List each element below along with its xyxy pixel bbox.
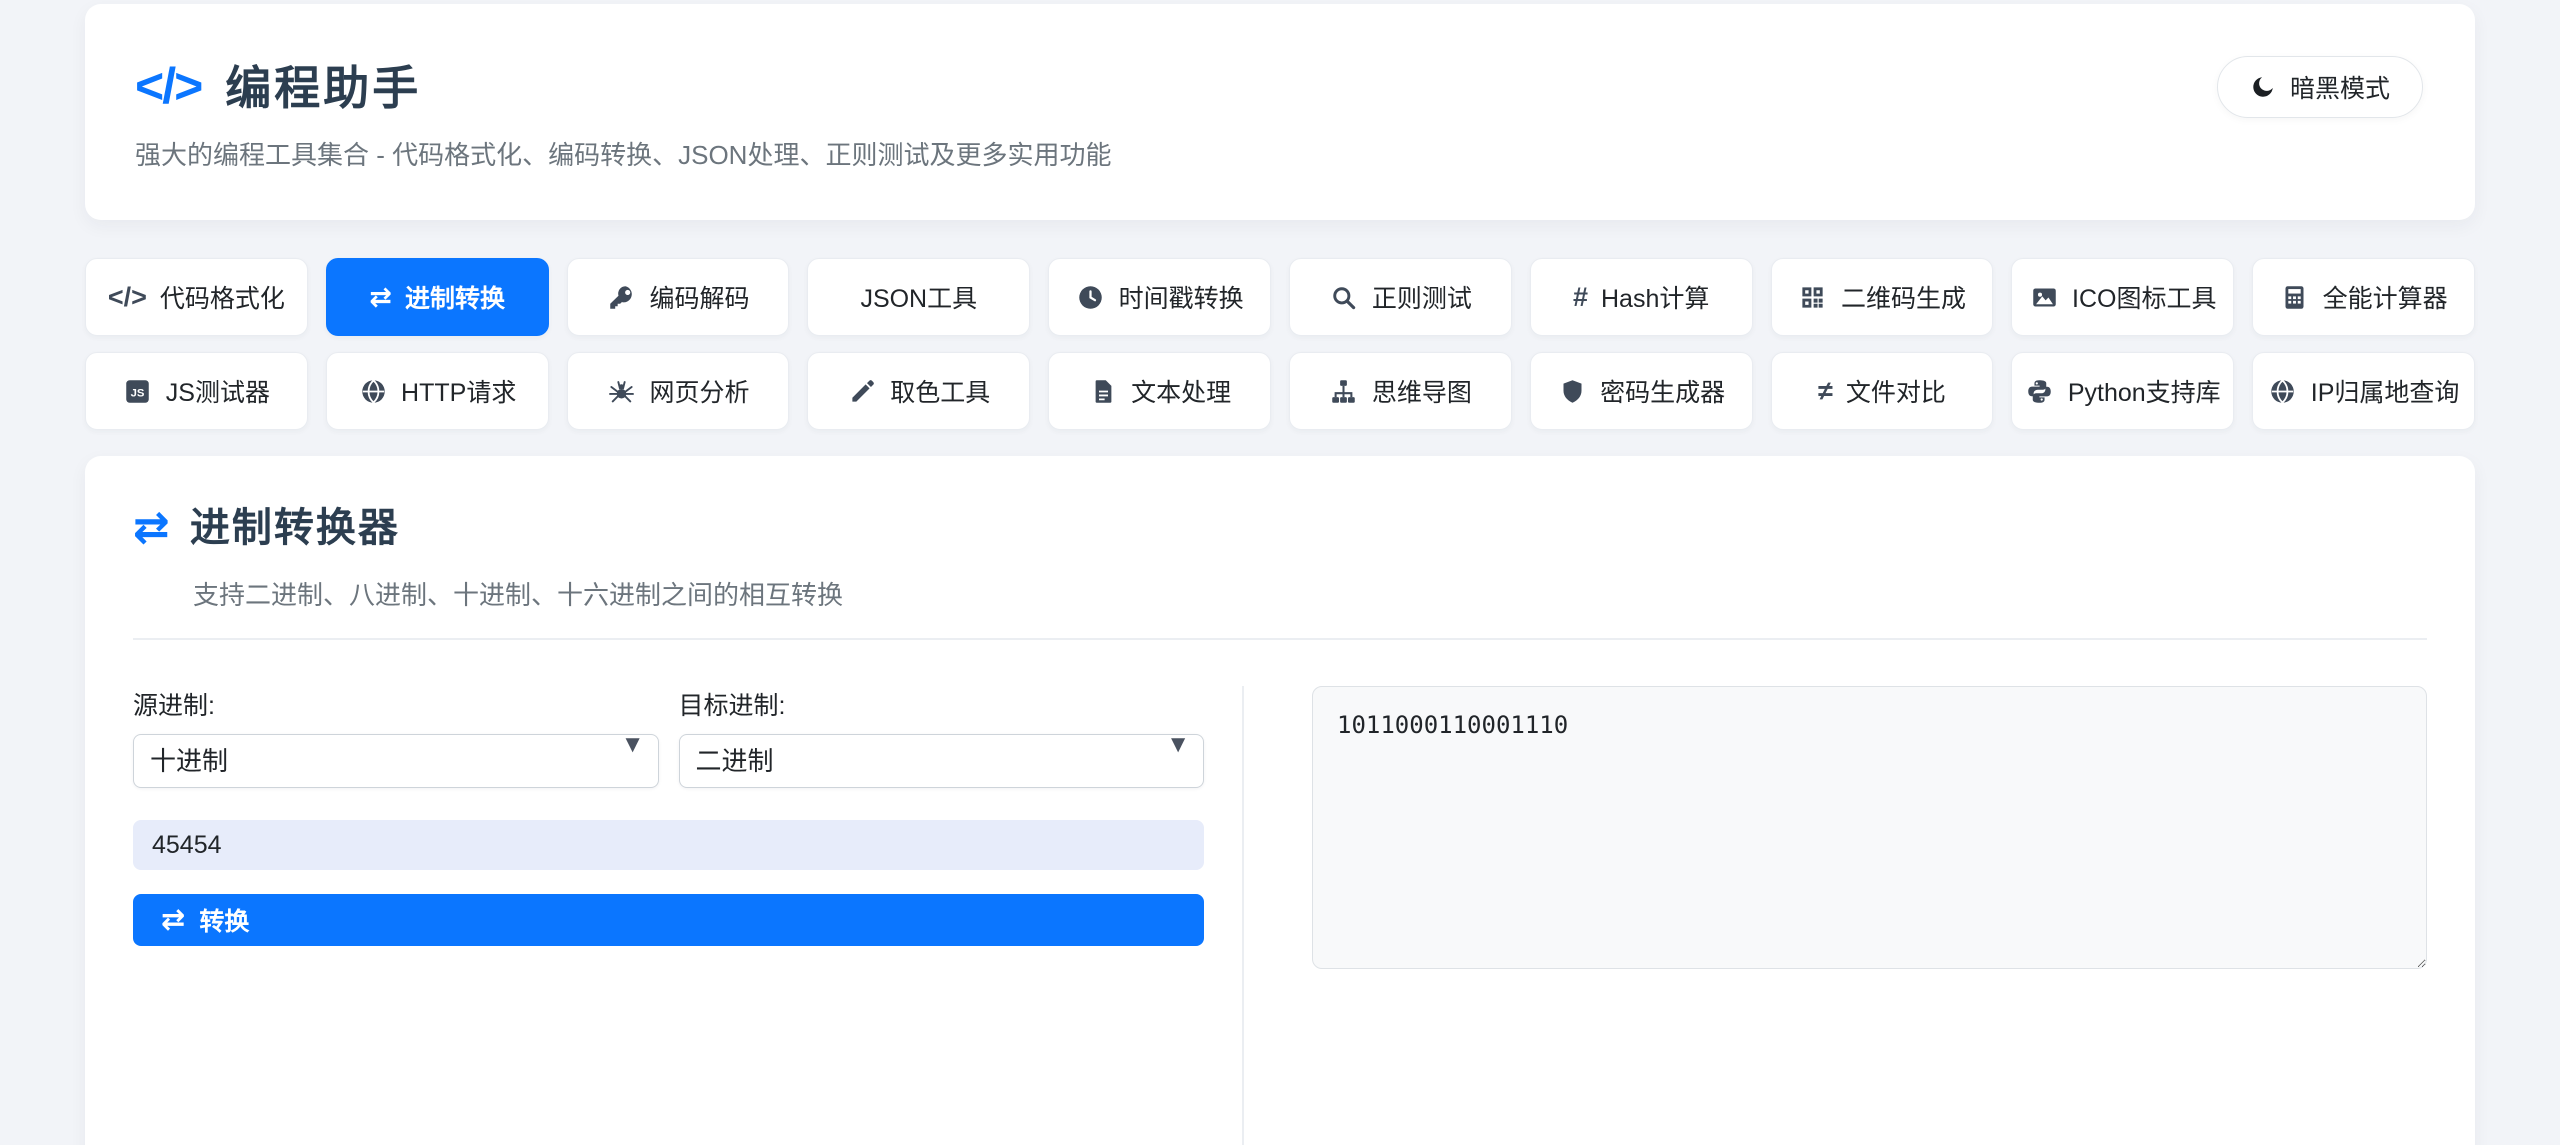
- target-base-select[interactable]: 二进制: [679, 734, 1205, 788]
- tab-base-convert[interactable]: ⇄ 进制转换: [326, 258, 549, 336]
- tool-tabs: </> 代码格式化 ⇄ 进制转换 编码解码 JSON工具 时间戳转换: [85, 258, 2475, 430]
- tab-text-processing[interactable]: 文本处理: [1048, 352, 1271, 430]
- tab-label: HTTP请求: [401, 373, 516, 409]
- converter-output-column: [1242, 686, 2427, 1145]
- tab-python-library[interactable]: Python支持库: [2011, 352, 2234, 430]
- tab-regex-test[interactable]: 正则测试: [1289, 258, 1512, 336]
- tab-label: Python支持库: [2068, 373, 2221, 409]
- moon-icon: [2250, 74, 2276, 100]
- python-icon: [2025, 376, 2055, 406]
- qrcode-icon: [1798, 282, 1828, 312]
- converter-body: 源进制: 十进制 ▼ 目标进制: 二进制: [133, 686, 2427, 1145]
- convert-button[interactable]: ⇄ 转换: [133, 894, 1204, 946]
- hash-icon: #: [1573, 282, 1588, 312]
- swap-icon: ⇄: [369, 282, 392, 312]
- notequal-icon: ≠: [1818, 376, 1833, 406]
- swap-icon: ⇄: [133, 506, 170, 550]
- tab-qrcode-generate[interactable]: 二维码生成: [1771, 258, 1994, 336]
- tab-label: 取色工具: [890, 373, 990, 409]
- tab-label: ICO图标工具: [2072, 279, 2216, 315]
- tab-webpage-analysis[interactable]: 网页分析: [567, 352, 790, 430]
- converter-form: 源进制: 十进制 ▼ 目标进制: 二进制: [133, 686, 1204, 1145]
- logo-row: </> 编程助手: [135, 60, 2425, 116]
- swap-icon: ⇄: [161, 906, 185, 935]
- calculator-icon: [2280, 282, 2310, 312]
- divider: [133, 638, 2427, 640]
- globe-icon: [358, 376, 388, 406]
- sitemap-icon: [1329, 376, 1359, 406]
- eyedropper-icon: [847, 376, 877, 406]
- target-base-label: 目标进制:: [679, 686, 1205, 722]
- tab-label: JSON工具: [860, 279, 977, 315]
- header: </> 编程助手 强大的编程工具集合 - 代码格式化、编码转换、JSON处理、正…: [85, 4, 2475, 220]
- target-base-field: 目标进制: 二进制 ▼: [679, 686, 1205, 788]
- source-base-label: 源进制:: [133, 686, 659, 722]
- number-input[interactable]: [133, 820, 1204, 870]
- code-logo-icon: </>: [135, 61, 201, 111]
- globe-icon: [2268, 376, 2298, 406]
- base-selects-row: 源进制: 十进制 ▼ 目标进制: 二进制: [133, 686, 1204, 788]
- tab-label: 进制转换: [405, 279, 505, 315]
- app-title: 编程助手: [225, 60, 421, 116]
- tab-row-2: JS JS测试器 HTTP请求 网页分析 取色工具: [85, 352, 2475, 430]
- tab-label: IP归属地查询: [2311, 373, 2460, 409]
- tab-json-tools[interactable]: JSON工具: [807, 258, 1030, 336]
- tab-hash-calc[interactable]: # Hash计算: [1530, 258, 1753, 336]
- dark-mode-button[interactable]: 暗黑模式: [2217, 56, 2423, 118]
- tab-encode-decode[interactable]: 编码解码: [567, 258, 790, 336]
- tab-label: Hash计算: [1601, 279, 1709, 315]
- tab-mindmap[interactable]: 思维导图: [1289, 352, 1512, 430]
- panel-title-row: ⇄ 进制转换器: [133, 502, 2427, 554]
- tab-color-picker[interactable]: 取色工具: [807, 352, 1030, 430]
- tab-label: 思维导图: [1372, 373, 1472, 409]
- tab-label: 网页分析: [649, 373, 749, 409]
- source-base-select-wrap: 十进制 ▼: [133, 734, 659, 788]
- base-converter-panel: ⇄ 进制转换器 支持二进制、八进制、十进制、十六进制之间的相互转换 源进制: 十…: [85, 456, 2475, 1145]
- tab-code-format[interactable]: </> 代码格式化: [85, 258, 308, 336]
- clock-icon: [1076, 282, 1106, 312]
- svg-text:JS: JS: [131, 387, 145, 399]
- spider-icon: [606, 376, 636, 406]
- code-icon: </>: [108, 282, 147, 312]
- tab-label: 密码生成器: [1600, 373, 1725, 409]
- convert-button-label: 转换: [199, 902, 249, 938]
- panel-title: 进制转换器: [190, 502, 400, 554]
- tab-row-1: </> 代码格式化 ⇄ 进制转换 编码解码 JSON工具 时间戳转换: [85, 258, 2475, 336]
- tab-label: 文件对比: [1846, 373, 1946, 409]
- tab-file-diff[interactable]: ≠ 文件对比: [1771, 352, 1994, 430]
- tab-js-tester[interactable]: JS JS测试器: [85, 352, 308, 430]
- source-base-select[interactable]: 十进制: [133, 734, 659, 788]
- app-subtitle: 强大的编程工具集合 - 代码格式化、编码转换、JSON处理、正则测试及更多实用功…: [135, 140, 2425, 170]
- tab-label: JS测试器: [166, 373, 270, 409]
- page: </> 编程助手 强大的编程工具集合 - 代码格式化、编码转换、JSON处理、正…: [0, 0, 2560, 1145]
- tab-label: 正则测试: [1372, 279, 1472, 315]
- tab-http-request[interactable]: HTTP请求: [326, 352, 549, 430]
- tab-label: 全能计算器: [2323, 279, 2448, 315]
- tab-ico-tools[interactable]: ICO图标工具: [2011, 258, 2234, 336]
- conversion-output[interactable]: [1312, 686, 2427, 969]
- tab-calculator[interactable]: 全能计算器: [2252, 258, 2475, 336]
- tab-ip-lookup[interactable]: IP归属地查询: [2252, 352, 2475, 430]
- shield-icon: [1557, 376, 1587, 406]
- tab-label: 代码格式化: [160, 279, 285, 315]
- tab-password-generator[interactable]: 密码生成器: [1530, 352, 1753, 430]
- tab-label: 时间戳转换: [1119, 279, 1244, 315]
- tab-label: 编码解码: [649, 279, 749, 315]
- file-icon: [1088, 376, 1118, 406]
- target-base-select-wrap: 二进制 ▼: [679, 734, 1205, 788]
- search-icon: [1329, 282, 1359, 312]
- panel-description: 支持二进制、八进制、十进制、十六进制之间的相互转换: [193, 580, 2427, 610]
- source-base-field: 源进制: 十进制 ▼: [133, 686, 659, 788]
- tab-timestamp-convert[interactable]: 时间戳转换: [1048, 258, 1271, 336]
- tab-label: 二维码生成: [1841, 279, 1966, 315]
- js-icon: JS: [123, 376, 153, 406]
- image-icon: [2029, 282, 2059, 312]
- key-icon: [606, 282, 636, 312]
- dark-mode-label: 暗黑模式: [2290, 69, 2390, 105]
- tab-label: 文本处理: [1131, 373, 1231, 409]
